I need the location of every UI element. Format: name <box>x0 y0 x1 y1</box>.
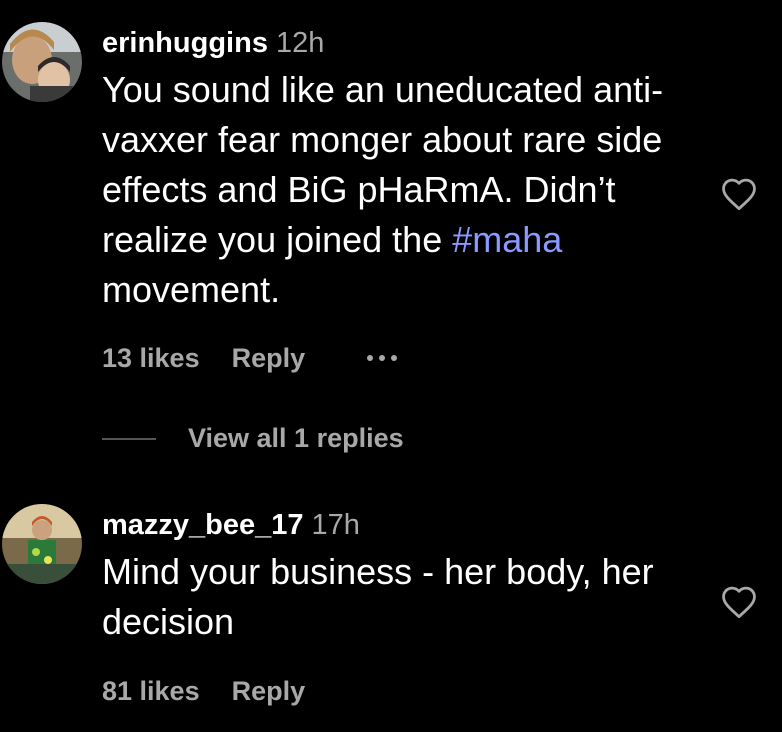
comment-text: Mind your business - her body, her decis… <box>102 551 654 642</box>
comment-text-tail: movement. <box>102 269 281 310</box>
comment-text-body: You sound like an uneducated anti-vaxxer… <box>102 69 664 260</box>
timestamp: 17h <box>311 509 360 541</box>
username[interactable]: erinhuggins <box>102 27 268 59</box>
divider-line <box>102 437 156 440</box>
view-replies-button[interactable]: View all 1 replies <box>102 423 404 454</box>
timestamp: 12h <box>275 27 325 59</box>
more-options-icon[interactable] <box>367 348 398 368</box>
username[interactable]: mazzy_bee_17 <box>102 509 304 541</box>
view-replies-label[interactable]: View all 1 replies <box>188 423 404 454</box>
comment-text: You sound like an uneducated anti-vaxxer… <box>102 65 682 315</box>
likes-count[interactable]: 13 likes <box>102 343 200 374</box>
comment-header: mazzy_bee_17 17h <box>102 508 682 542</box>
reply-button[interactable]: Reply <box>232 343 306 374</box>
heart-outline-icon[interactable] <box>720 585 758 619</box>
avatar-photo-icon <box>2 504 82 584</box>
heart-outline-icon[interactable] <box>720 177 758 211</box>
avatar[interactable] <box>2 22 82 102</box>
comment-header: erinhuggins 12h <box>102 26 682 60</box>
comment-actions: 81 likes Reply <box>102 673 305 709</box>
avatar-photo-icon <box>2 22 82 102</box>
comment-actions: 13 likes Reply <box>102 340 398 376</box>
reply-button[interactable]: Reply <box>232 676 306 707</box>
avatar[interactable] <box>2 504 82 584</box>
hashtag-link[interactable]: #maha <box>452 219 562 260</box>
likes-count[interactable]: 81 likes <box>102 676 200 707</box>
